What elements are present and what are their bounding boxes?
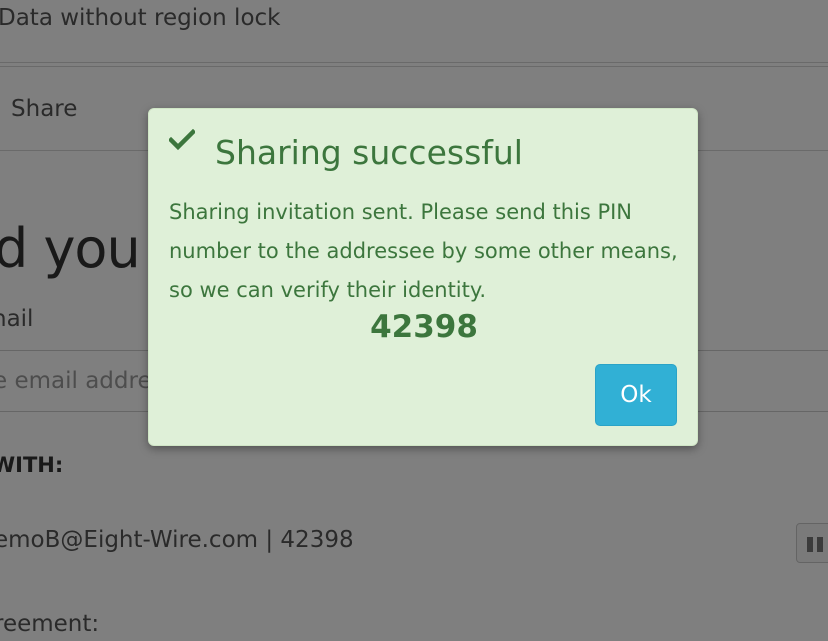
dialog-title: Sharing successful [215, 133, 523, 172]
dialog-message: Sharing invitation sent. Please send thi… [169, 200, 678, 302]
success-dialog: Sharing successful Sharing invitation se… [148, 108, 698, 446]
check-icon [169, 129, 195, 151]
pin-code: 42398 [370, 309, 478, 345]
ok-button[interactable]: Ok [595, 364, 677, 426]
